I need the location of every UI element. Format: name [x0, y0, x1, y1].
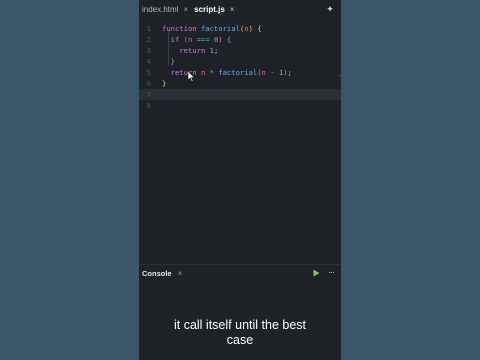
code-line: 2 if (n === 0) {: [139, 34, 341, 45]
code-text: if (n === 0) {: [170, 35, 232, 44]
line-number: 2: [146, 35, 151, 44]
tab-bar: index.html × script.js × ✦: [139, 0, 341, 19]
code-text: return 1;: [179, 46, 219, 55]
code-line: 6 }: [139, 78, 341, 89]
code-text: return n * factorial(n - 1);: [170, 68, 292, 77]
close-icon[interactable]: ×: [178, 269, 183, 278]
tab-label: script.js: [194, 5, 225, 14]
code-text: }: [162, 79, 167, 88]
editor-window: index.html × script.js × ✦ 1 function fa…: [139, 0, 341, 360]
mouse-pointer-icon: [187, 71, 195, 82]
code-line: 1 function factorial(n) {: [139, 23, 341, 34]
code-line: 8: [139, 100, 341, 111]
line-number: 1: [146, 24, 151, 33]
line-number: 7: [146, 90, 151, 99]
code-line: 5 return n * factorial(n - 1);: [139, 67, 341, 78]
line-number: 6: [146, 79, 151, 88]
console-title: Console: [142, 268, 172, 278]
code-text: }: [170, 57, 175, 66]
console-panel-header: Console × ···: [139, 264, 341, 281]
line-number: 3: [146, 46, 151, 55]
code-line-current: 7: [139, 89, 341, 100]
code-text: function factorial(n) {: [162, 24, 262, 33]
sparkle-icon[interactable]: ✦: [325, 4, 335, 14]
close-icon[interactable]: ×: [183, 5, 188, 14]
code-editor[interactable]: 1 function factorial(n) { 2 if (n === 0)…: [139, 19, 341, 267]
line-number: 5: [146, 68, 151, 77]
tab-index-html[interactable]: index.html ×: [142, 0, 194, 19]
caption-line: case: [226, 333, 254, 347]
code-line: 4 }: [139, 56, 341, 67]
tab-script-js[interactable]: script.js ×: [194, 0, 240, 19]
line-number: 8: [146, 101, 151, 110]
code-line: 3 return 1;: [139, 45, 341, 56]
subtitle-caption: it call itself until the best case: [139, 318, 341, 348]
fold-marker-icon[interactable]: ⌄: [338, 71, 341, 78]
caption-line: it call itself until the best: [173, 318, 306, 332]
tab-label: index.html: [142, 5, 179, 14]
more-icon[interactable]: ···: [328, 267, 335, 277]
close-icon[interactable]: ×: [230, 5, 235, 14]
line-number: 4: [146, 57, 151, 66]
play-icon[interactable]: [313, 269, 320, 277]
